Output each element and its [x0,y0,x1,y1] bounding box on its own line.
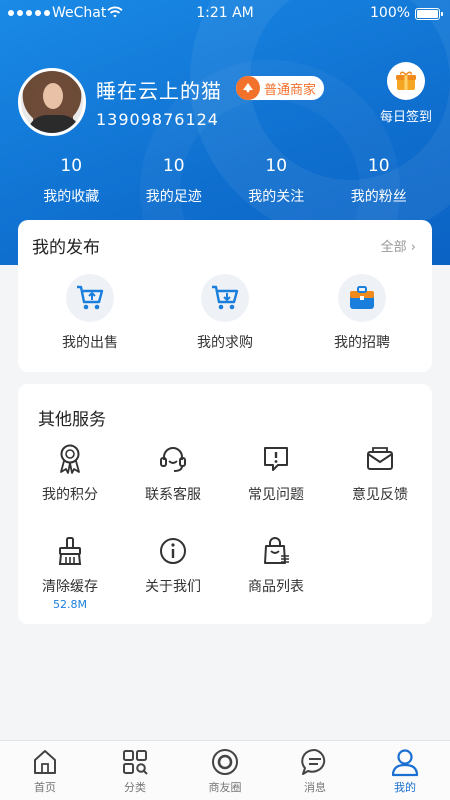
stat-value: 10 [265,156,288,176]
tab-label: 我的 [394,781,416,794]
category-icon [90,747,180,777]
other-services-card: 其他服务 我的积分 联系客服 常见问题 意见反馈 清除缓存 52.8M 关于我们… [18,384,432,624]
service-about-button[interactable]: 关于我们 [123,534,223,596]
stat-label: 我的粉丝 [350,189,407,205]
publish-item-label: 我的招聘 [334,335,390,351]
stat-value: 10 [367,156,390,176]
stat-following[interactable]: 10 我的关注 [225,156,328,206]
cart-upload-icon [66,274,114,322]
stat-footprints[interactable]: 10 我的足迹 [123,156,226,206]
service-points-button[interactable]: 我的积分 [20,442,120,504]
user-icon [360,747,450,777]
stat-label: 我的收藏 [43,189,100,205]
daily-checkin-button[interactable]: 每日签到 [376,62,436,125]
shopping-bag-icon [259,534,293,568]
stat-label: 我的关注 [248,189,305,205]
gift-icon [387,62,425,100]
tab-home[interactable]: 首页 [0,741,90,800]
publish-sell-button[interactable]: 我的出售 [40,274,140,352]
tab-label: 首页 [34,781,56,794]
tab-category[interactable]: 分类 [90,741,180,800]
feedback-mail-icon [363,442,397,476]
service-products-button[interactable]: 商品列表 [226,534,326,596]
stat-favorites[interactable]: 10 我的收藏 [20,156,123,206]
service-label: 联系客服 [145,487,201,503]
info-icon [156,534,190,568]
briefcase-icon [338,274,386,322]
stat-label: 我的足迹 [145,189,202,205]
award-icon [53,442,87,476]
faq-icon [259,442,293,476]
tab-mine[interactable]: 我的 [360,741,450,800]
service-label: 意见反馈 [352,487,408,503]
home-icon [0,747,90,777]
message-icon [270,747,360,777]
checkin-label: 每日签到 [379,110,432,125]
headset-icon [156,442,190,476]
publish-item-label: 我的求购 [197,335,253,351]
stat-value: 10 [162,156,185,176]
circle-icon [180,747,270,777]
service-feedback-button[interactable]: 意见反馈 [330,442,430,504]
merchant-icon [236,76,260,100]
tab-messages[interactable]: 消息 [270,741,360,800]
cache-size: 52.8M [53,598,87,611]
avatar[interactable] [18,68,86,136]
phone-number: 13909876124 [96,110,219,129]
merchant-badge: 普通商家 [236,76,325,100]
stat-value: 10 [60,156,83,176]
view-all-link[interactable]: 全部 › [381,236,416,255]
broom-icon [53,534,87,568]
service-label: 清除缓存 [42,579,98,595]
status-bar: WeChat 1:21 AM 100% [0,0,450,28]
tab-label: 商友圈 [208,781,242,794]
cart-download-icon [201,274,249,322]
service-label: 我的积分 [42,487,98,503]
publish-recruit-button[interactable]: 我的招聘 [312,274,412,352]
battery-percent: 100% [370,5,411,21]
stat-fans[interactable]: 10 我的粉丝 [328,156,431,206]
merchant-badge-label: 普通商家 [264,82,317,98]
tab-label: 消息 [304,781,326,794]
service-faq-button[interactable]: 常见问题 [226,442,326,504]
tab-label: 分类 [124,781,146,794]
service-label: 商品列表 [248,579,304,595]
service-label: 常见问题 [248,487,304,503]
publish-item-label: 我的出售 [62,335,118,351]
section-title: 其他服务 [38,410,106,430]
service-label: 关于我们 [145,579,201,595]
stats-row: 10 我的收藏 10 我的足迹 10 我的关注 10 我的粉丝 [20,156,430,206]
my-publish-card: 我的发布 全部 › 我的出售 我的求购 我的招聘 [18,220,432,372]
publish-buy-button[interactable]: 我的求购 [175,274,275,352]
username: 睡在云上的猫 [96,79,222,103]
service-clear-cache-button[interactable]: 清除缓存 52.8M [20,534,120,611]
section-title: 我的发布 [32,238,100,258]
tab-circle[interactable]: 商友圈 [180,741,270,800]
service-contact-button[interactable]: 联系客服 [123,442,223,504]
bottom-tab-bar: 首页 分类 商友圈 消息 我的 [0,740,450,800]
battery-icon [415,8,443,20]
